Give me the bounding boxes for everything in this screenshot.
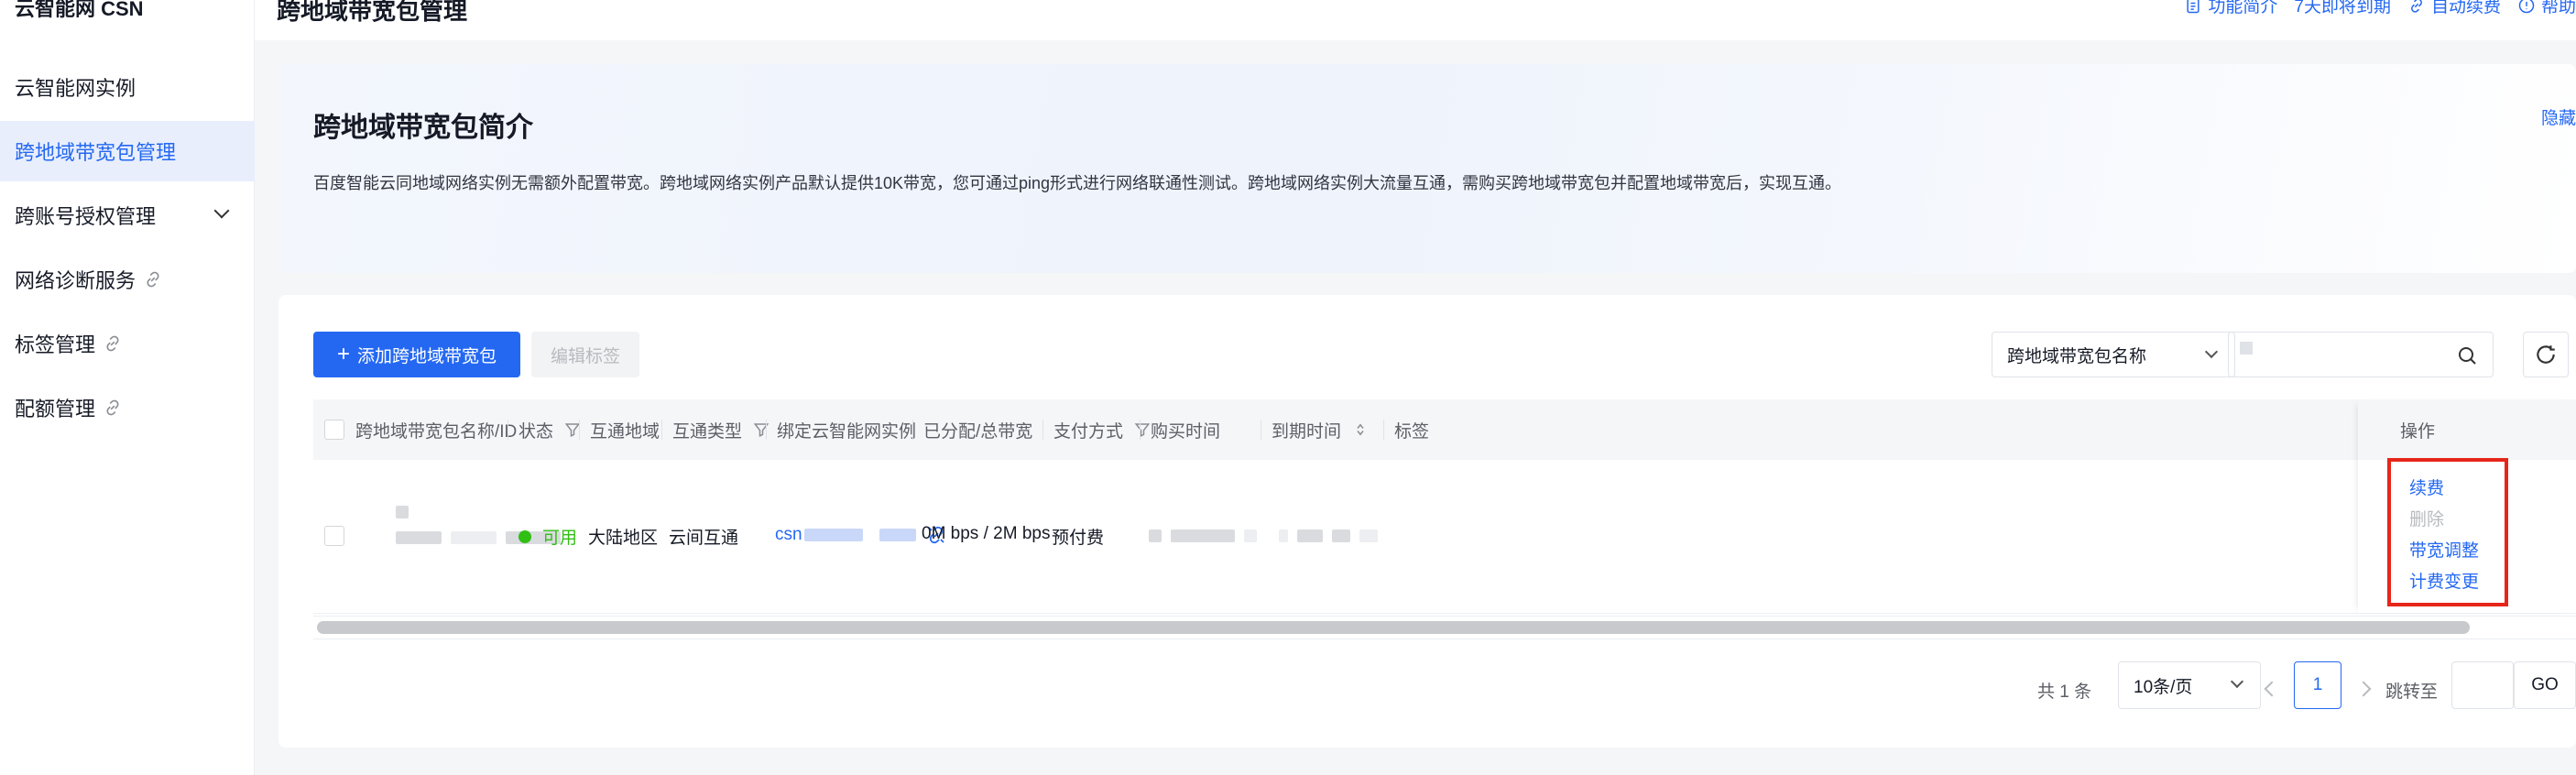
redacted-text bbox=[803, 529, 863, 541]
table-header: 跨地域带宽包名称/ID 状态 互通地域 互通类型 绑定云智能网实例 已分配/总带… bbox=[313, 399, 2576, 460]
column-divider bbox=[766, 420, 767, 440]
plus-icon: + bbox=[336, 342, 350, 366]
help-link[interactable]: 帮助 bbox=[2517, 0, 2576, 17]
header-type: 互通类型 bbox=[672, 399, 770, 460]
page-size-select[interactable]: 10条/页 bbox=[2118, 661, 2261, 709]
header-status: 状态 bbox=[518, 399, 581, 460]
status-cell: 可用 bbox=[518, 524, 577, 549]
sidebar-item-label: 跨地域带宽包管理 bbox=[15, 141, 177, 164]
hide-intro-link[interactable]: 隐藏 bbox=[2541, 104, 2576, 129]
refresh-icon bbox=[2537, 345, 2555, 364]
header-instance: 绑定云智能网实例 bbox=[777, 421, 917, 442]
horizontal-scrollbar[interactable] bbox=[317, 621, 2470, 634]
expire-time-cell bbox=[1279, 529, 1378, 542]
sidebar-item-tag-management[interactable]: 标签管理 bbox=[0, 313, 255, 374]
chevron-down-icon bbox=[213, 202, 230, 219]
payment-cell: 预付费 bbox=[1052, 529, 1105, 548]
column-divider bbox=[579, 420, 580, 440]
link-icon bbox=[2411, 0, 2422, 13]
column-divider bbox=[1140, 420, 1141, 440]
edit-tags-button[interactable]: 编辑标签 bbox=[531, 332, 639, 377]
go-button[interactable]: GO bbox=[2514, 661, 2576, 709]
intro-card: 跨地域带宽包简介 百度智能云同地域网络实例无需额外配置带宽。跨地域网络实例产品默… bbox=[278, 64, 2576, 273]
header-bandwidth: 已分配/总带宽 bbox=[923, 421, 1033, 442]
status-dot bbox=[518, 529, 531, 543]
info-icon bbox=[2518, 0, 2535, 13]
select-all-checkbox[interactable] bbox=[324, 420, 344, 440]
sidebar-item-label: 云智能网实例 bbox=[15, 77, 136, 100]
redacted-text bbox=[879, 529, 916, 541]
feature-intro-link[interactable]: 功能简介 bbox=[2184, 0, 2277, 17]
external-link-icon bbox=[106, 335, 119, 352]
header-expire-time: 到期时间 bbox=[1272, 399, 1369, 460]
bandwidth-cell: 0M bps / 2M bps bbox=[922, 524, 1051, 543]
intro-description: 百度智能云同地域网络实例无需额外配置带宽。跨地域网络实例产品默认提供10K带宽，… bbox=[313, 174, 1842, 192]
search-field-select[interactable]: 跨地域带宽包名称 bbox=[1992, 332, 2235, 377]
auto-renew-link[interactable]: 自动续费 bbox=[2407, 0, 2501, 17]
sidebar: 云智能网 CSN 云智能网实例 跨地域带宽包管理 跨账号授权管理 网络诊断服务 … bbox=[0, 0, 255, 775]
jump-to-label: 跳转至 bbox=[2385, 682, 2439, 702]
sidebar-item-label: 跨账号授权管理 bbox=[15, 205, 157, 228]
header-region: 互通地域 bbox=[590, 421, 660, 442]
chevron-down-icon bbox=[2204, 344, 2219, 359]
page-title: 跨地域带宽包管理 bbox=[277, 0, 468, 25]
sidebar-item-label: 标签管理 bbox=[15, 333, 96, 356]
region-cell: 大陆地区 bbox=[588, 529, 659, 548]
next-page-icon[interactable] bbox=[2355, 681, 2372, 697]
document-icon bbox=[2187, 0, 2199, 13]
column-divider bbox=[1042, 420, 1043, 440]
pagination-total: 共 1 条 bbox=[2037, 682, 2092, 702]
header-purchase-time: 购买时间 bbox=[1151, 421, 1221, 442]
column-divider bbox=[912, 420, 913, 440]
brand-title: 云智能网 CSN bbox=[15, 0, 144, 20]
refresh-button[interactable] bbox=[2523, 332, 2569, 377]
header-tags: 标签 bbox=[1394, 421, 1430, 442]
sidebar-item-label: 配额管理 bbox=[15, 398, 96, 420]
adjust-bandwidth-action[interactable]: 带宽调整 bbox=[2409, 537, 2479, 562]
external-link-icon bbox=[106, 399, 119, 416]
sidebar-item-quota-management[interactable]: 配额管理 bbox=[0, 377, 255, 438]
jump-page-input[interactable] bbox=[2451, 661, 2514, 709]
sidebar-item-label: 网络诊断服务 bbox=[15, 269, 136, 292]
header-name: 跨地域带宽包名称/ID bbox=[355, 421, 518, 442]
add-bandwidth-package-button[interactable]: + 添加跨地域带宽包 bbox=[313, 332, 520, 377]
column-divider bbox=[1383, 420, 1384, 440]
column-divider bbox=[661, 420, 662, 440]
header-payment: 支付方式 bbox=[1053, 399, 1151, 460]
renew-action[interactable]: 续费 bbox=[2409, 475, 2444, 499]
row-checkbox[interactable] bbox=[324, 526, 344, 546]
header-links: 功能简介 7天即将到期 自动续费 帮助 bbox=[2184, 0, 2576, 17]
redacted-text bbox=[396, 506, 409, 518]
filter-icon[interactable] bbox=[1134, 421, 1151, 438]
purchase-time-cell bbox=[1149, 529, 1257, 542]
change-billing-action[interactable]: 计费变更 bbox=[2409, 568, 2479, 593]
main-card: + 添加跨地域带宽包 编辑标签 跨地域带宽包名称 跨地域带宽包名称/ID 状态 … bbox=[278, 295, 2576, 748]
type-cell: 云间互通 bbox=[669, 529, 739, 548]
chevron-down-icon bbox=[2230, 674, 2244, 689]
sidebar-item-network-diagnosis[interactable]: 网络诊断服务 bbox=[0, 249, 255, 310]
sidebar-item-cross-account-auth[interactable]: 跨账号授权管理 bbox=[0, 185, 255, 246]
sidebar-item-bandwidth-packages[interactable]: 跨地域带宽包管理 bbox=[0, 121, 255, 181]
table-row: 可用 大陆地区 云间互通 csn 0M bps / 2M bps 预付费 bbox=[313, 460, 2576, 614]
search-icon[interactable] bbox=[2456, 344, 2478, 366]
sidebar-item-csn-instances[interactable]: 云智能网实例 bbox=[0, 57, 255, 117]
delete-action[interactable]: 删除 bbox=[2409, 506, 2444, 530]
filter-icon[interactable] bbox=[753, 421, 770, 438]
intro-title: 跨地域带宽包简介 bbox=[313, 113, 533, 143]
sort-icon[interactable] bbox=[1352, 421, 1369, 438]
external-link-icon bbox=[147, 271, 159, 288]
expiring-link[interactable]: 7天即将到期 bbox=[2294, 0, 2391, 17]
current-page-button[interactable]: 1 bbox=[2294, 661, 2341, 709]
previous-page-icon[interactable] bbox=[2264, 681, 2280, 697]
redacted-text bbox=[2240, 342, 2253, 355]
search-input[interactable] bbox=[2228, 332, 2494, 377]
